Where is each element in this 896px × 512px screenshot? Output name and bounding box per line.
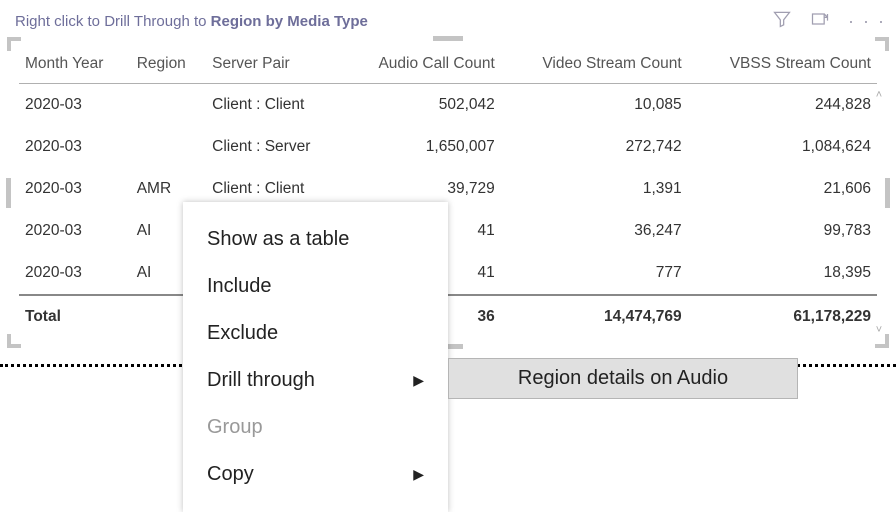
- menu-copy[interactable]: Copy ▶: [183, 451, 448, 498]
- context-menu[interactable]: Show as a table Include Exclude Drill th…: [183, 202, 448, 512]
- cell-month: 2020-03: [19, 84, 131, 127]
- scroll-down-icon[interactable]: ˅: [876, 324, 882, 336]
- menu-exclude[interactable]: Exclude: [183, 310, 448, 357]
- menu-label: Copy: [207, 463, 254, 486]
- table-row[interactable]: 2020-03 AI 41 36,247 99,783: [19, 210, 877, 252]
- table-container: Month Year Region Server Pair Audio Call…: [9, 39, 887, 346]
- header-row: Month Year Region Server Pair Audio Call…: [19, 47, 877, 84]
- visual-title-prefix: Right click to Drill Through to: [15, 13, 211, 30]
- cell-pair: Client : Client: [206, 84, 342, 127]
- cell-video: 1,391: [501, 168, 688, 210]
- cell-total-label: Total: [19, 295, 131, 338]
- submenu-region-details-audio[interactable]: Region details on Audio: [449, 359, 797, 398]
- vertical-scrollbar[interactable]: ˄ ˅: [873, 89, 885, 336]
- menu-label: Include: [207, 275, 272, 298]
- menu-drill-through[interactable]: Drill through ▶: [183, 357, 448, 404]
- col-vbss-count[interactable]: VBSS Stream Count: [688, 47, 877, 84]
- resize-handle-right[interactable]: [885, 178, 890, 208]
- cell-vbss: 244,828: [688, 84, 877, 127]
- table-row[interactable]: 2020-03 AI 41 777 18,395: [19, 252, 877, 295]
- filter-icon[interactable]: [772, 9, 792, 33]
- cell-region: [131, 84, 206, 127]
- cell-vbss: 1,084,624: [688, 126, 877, 168]
- cell-month: 2020-03: [19, 210, 131, 252]
- resize-handle-br[interactable]: [875, 334, 889, 348]
- submenu-arrow-icon: ▶: [413, 466, 424, 483]
- menu-label: Show as a table: [207, 228, 349, 251]
- visual-title-bold: Region by Media Type: [211, 13, 368, 30]
- resize-handle-tr[interactable]: [875, 37, 889, 51]
- menu-label: Drill through: [207, 369, 315, 392]
- resize-handle-top[interactable]: [433, 36, 463, 41]
- menu-group: Group: [183, 404, 448, 451]
- menu-label: Exclude: [207, 322, 278, 345]
- col-region[interactable]: Region: [131, 47, 206, 84]
- cell-pair: Client : Server: [206, 126, 342, 168]
- cell-audio: 502,042: [342, 84, 500, 127]
- drill-through-submenu[interactable]: Region details on Audio: [448, 358, 798, 399]
- cell-region: [131, 126, 206, 168]
- cell-month: 2020-03: [19, 252, 131, 295]
- data-table[interactable]: Month Year Region Server Pair Audio Call…: [19, 47, 877, 338]
- visual-header: Right click to Drill Through to Region b…: [0, 0, 896, 34]
- more-options-icon[interactable]: · · ·: [848, 11, 886, 32]
- focus-mode-icon[interactable]: [810, 9, 830, 33]
- table-visual[interactable]: Month Year Region Server Pair Audio Call…: [8, 38, 888, 347]
- table-row[interactable]: 2020-03 Client : Server 1,650,007 272,74…: [19, 126, 877, 168]
- menu-show-as-table[interactable]: Show as a table: [183, 216, 448, 263]
- resize-handle-tl[interactable]: [7, 37, 21, 51]
- cell-month: 2020-03: [19, 168, 131, 210]
- table-row[interactable]: 2020-03 AMR Client : Client 39,729 1,391…: [19, 168, 877, 210]
- col-month-year[interactable]: Month Year: [19, 47, 131, 84]
- submenu-label: Region details on Audio: [518, 367, 728, 389]
- cell-video: 36,247: [501, 210, 688, 252]
- col-video-count[interactable]: Video Stream Count: [501, 47, 688, 84]
- menu-label: Group: [207, 416, 263, 439]
- cell-vbss: 18,395: [688, 252, 877, 295]
- cell-month: 2020-03: [19, 126, 131, 168]
- total-row[interactable]: Total 36 14,474,769 61,178,229: [19, 295, 877, 338]
- submenu-arrow-icon: ▶: [413, 372, 424, 389]
- cell-vbss: 21,606: [688, 168, 877, 210]
- menu-include[interactable]: Include: [183, 263, 448, 310]
- resize-handle-left[interactable]: [6, 178, 11, 208]
- scroll-up-icon[interactable]: ˄: [876, 89, 882, 101]
- table-row[interactable]: 2020-03 Client : Client 502,042 10,085 2…: [19, 84, 877, 127]
- cell-total-video: 14,474,769: [501, 295, 688, 338]
- resize-handle-bl[interactable]: [7, 334, 21, 348]
- cell-vbss: 99,783: [688, 210, 877, 252]
- cell-total-vbss: 61,178,229: [688, 295, 877, 338]
- col-audio-count[interactable]: Audio Call Count: [342, 47, 500, 84]
- cell-audio: 1,650,007: [342, 126, 500, 168]
- cell-video: 777: [501, 252, 688, 295]
- col-server-pair[interactable]: Server Pair: [206, 47, 342, 84]
- cell-video: 272,742: [501, 126, 688, 168]
- visual-title: Right click to Drill Through to Region b…: [15, 13, 368, 30]
- cell-video: 10,085: [501, 84, 688, 127]
- visual-header-icons: · · ·: [772, 9, 886, 33]
